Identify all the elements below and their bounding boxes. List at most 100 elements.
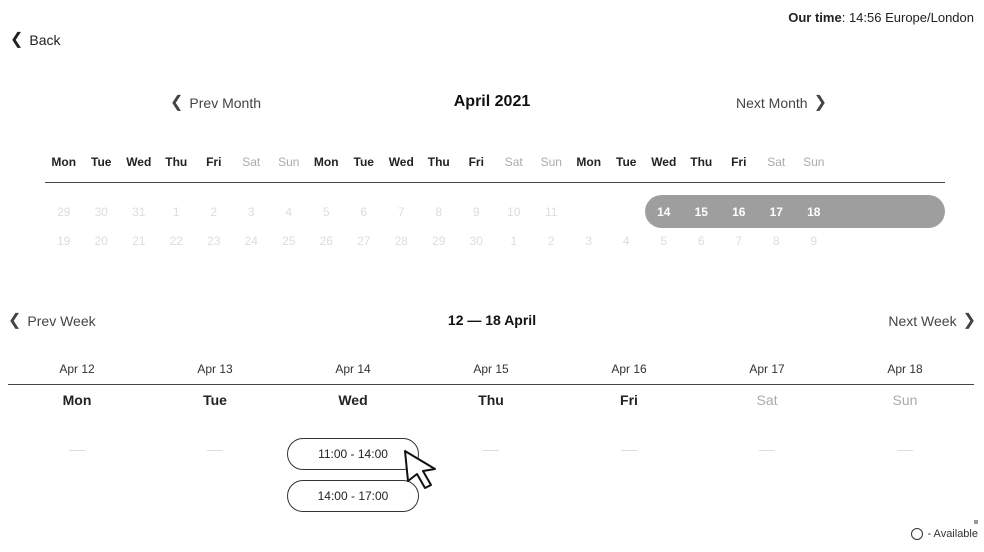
legend-label: - Available <box>927 528 978 540</box>
calendar-day-header: Thu <box>690 155 713 169</box>
day-column-wed: Apr 14 Wed 11:00 - 14:00 14:00 - 17:00 <box>284 362 422 512</box>
calendar-date-cell[interactable]: 23 <box>195 234 233 248</box>
calendar-day-header: Thu <box>427 155 450 169</box>
day-name: Thu <box>478 392 504 408</box>
day-name: Fri <box>620 392 638 408</box>
calendar-day-header: Sun <box>540 155 562 169</box>
calendar-date-cell[interactable]: 4 <box>270 205 308 219</box>
calendar-date-cell[interactable]: 25 <box>270 234 308 248</box>
calendar-date-cell[interactable]: 27 <box>345 234 383 248</box>
next-week-button[interactable]: Next Week ❯ <box>888 312 976 330</box>
calendar-date-cell[interactable]: 4 <box>608 234 646 248</box>
mouse-cursor-icon <box>404 450 436 489</box>
time-slot-button[interactable]: 14:00 - 17:00 <box>287 480 419 512</box>
calendar-date-cell[interactable]: 28 <box>383 234 421 248</box>
month-calendar: Mon Tue Wed Thu Fri Sat Sun Mon Tue Wed Thu Fri Sat S… <box>45 150 945 253</box>
calendar-date-cell[interactable]: 21 <box>120 234 158 248</box>
day-date: Apr 12 <box>59 362 95 376</box>
calendar-date-cell[interactable]: 31 <box>120 205 158 219</box>
day-date: Apr 17 <box>749 362 785 376</box>
calendar-date-cell[interactable]: 5 <box>308 205 346 219</box>
calendar-header-row: Mon Tue Wed Thu Fri Sat Sun Mon Tue Wed Thu Fri Sat S… <box>45 150 945 174</box>
calendar-date-cell[interactable]: 3 <box>233 205 271 219</box>
day-date: Apr 15 <box>473 362 509 376</box>
calendar-day-header: Sun <box>803 155 825 169</box>
chevron-right-icon: ❯ <box>962 312 976 329</box>
back-button[interactable]: ❮ Back <box>10 31 61 49</box>
scroll-indicator <box>974 520 978 524</box>
calendar-date-cell[interactable]: 1 <box>158 205 196 219</box>
calendar-day-header: Mon <box>313 155 339 169</box>
calendar-date-cell[interactable]: 15 <box>683 205 721 219</box>
no-slots-dash <box>69 450 85 451</box>
calendar-date-cell[interactable]: 2 <box>533 234 571 248</box>
calendar-day-header: Tue <box>616 155 637 169</box>
calendar-day-header: Sat <box>767 155 786 169</box>
next-week-label: Next Week <box>888 313 957 329</box>
day-column-fri: Apr 16 Fri <box>560 362 698 451</box>
calendar-date-cell[interactable]: 20 <box>83 234 121 248</box>
day-date: Apr 18 <box>887 362 923 376</box>
day-name: Wed <box>338 392 368 408</box>
day-name: Tue <box>203 392 227 408</box>
calendar-date-cell[interactable]: 1 <box>495 234 533 248</box>
calendar-date-cell[interactable]: 29 <box>45 205 83 219</box>
calendar-date-cell[interactable]: 9 <box>795 234 833 248</box>
calendar-week-row: 19 20 21 22 23 24 25 26 27 28 29 30 1 2 3 4 5 6 7 8 9 <box>45 229 945 253</box>
calendar-date-cell[interactable]: 29 <box>420 234 458 248</box>
calendar-date-cell[interactable]: 2 <box>195 205 233 219</box>
calendar-date-cell[interactable]: 6 <box>345 205 383 219</box>
day-column-thu: Apr 15 Thu <box>422 362 560 451</box>
calendar-date-cell[interactable]: 13 <box>608 205 646 219</box>
day-name: Sun <box>892 392 918 408</box>
calendar-date-cell[interactable]: 3 <box>570 234 608 248</box>
calendar-date-cell[interactable]: 7 <box>383 205 421 219</box>
calendar-date-cell[interactable]: 9 <box>458 205 496 219</box>
time-slot-button[interactable]: 11:00 - 14:00 <box>287 438 419 470</box>
calendar-day-header: Fri <box>468 155 484 169</box>
no-slots-dash <box>483 450 499 451</box>
available-circle-icon <box>911 528 924 540</box>
calendar-day-header: Wed <box>651 155 677 169</box>
no-slots-dash <box>759 450 775 451</box>
calendar-date-cell[interactable]: 30 <box>458 234 496 248</box>
calendar-date-cell[interactable]: 26 <box>308 234 346 248</box>
calendar-date-cell[interactable]: 8 <box>758 234 796 248</box>
calendar-date-cell[interactable]: 22 <box>158 234 196 248</box>
calendar-day-header: Mon <box>51 155 77 169</box>
week-days: Apr 12 Mon Apr 13 Tue Apr 14 Wed 11:00 -… <box>8 362 974 512</box>
calendar-day-header: Tue <box>353 155 374 169</box>
calendar-date-cell[interactable]: 30 <box>83 205 121 219</box>
our-time-value: : 14:56 Europe/London <box>841 10 974 25</box>
calendar-date-cell[interactable]: 11 <box>533 205 571 219</box>
calendar-date-cell[interactable]: 12 <box>570 205 608 219</box>
calendar-day-header: Wed <box>126 155 152 169</box>
calendar-date-cell[interactable]: 14 <box>645 205 683 219</box>
calendar-day-header: Tue <box>91 155 112 169</box>
calendar-day-header: Mon <box>576 155 602 169</box>
calendar-date-cell[interactable]: 10 <box>495 205 533 219</box>
calendar-day-header: Wed <box>388 155 414 169</box>
calendar-date-cell[interactable]: 19 <box>45 234 83 248</box>
next-month-label: Next Month <box>736 95 808 111</box>
chevron-right-icon: ❯ <box>813 94 827 111</box>
calendar-date-cell[interactable]: 5 <box>645 234 683 248</box>
calendar-date-cell[interactable]: 24 <box>233 234 271 248</box>
calendar-date-cell[interactable]: 6 <box>683 234 721 248</box>
calendar-day-header: Thu <box>165 155 188 169</box>
calendar-date-cell[interactable]: 16 <box>720 205 758 219</box>
calendar-date-cell[interactable]: 18 <box>795 205 833 219</box>
month-title: April 2021 <box>453 93 531 110</box>
chevron-left-icon: ❮ <box>10 31 24 48</box>
day-date: Apr 13 <box>197 362 233 376</box>
next-month-button[interactable]: Next Month ❯ <box>736 94 827 112</box>
calendar-date-cell[interactable]: 7 <box>720 234 758 248</box>
day-column-sun: Apr 18 Sun <box>836 362 974 451</box>
calendar-day-header: Sat <box>242 155 261 169</box>
calendar-date-cell[interactable]: 8 <box>420 205 458 219</box>
week-title: 12 — 18 April <box>447 312 537 328</box>
day-column-tue: Apr 13 Tue <box>146 362 284 451</box>
calendar-date-cell[interactable]: 17 <box>758 205 796 219</box>
our-time: Our time: 14:56 Europe/London <box>788 10 974 25</box>
legend-available: - Available <box>911 528 978 540</box>
